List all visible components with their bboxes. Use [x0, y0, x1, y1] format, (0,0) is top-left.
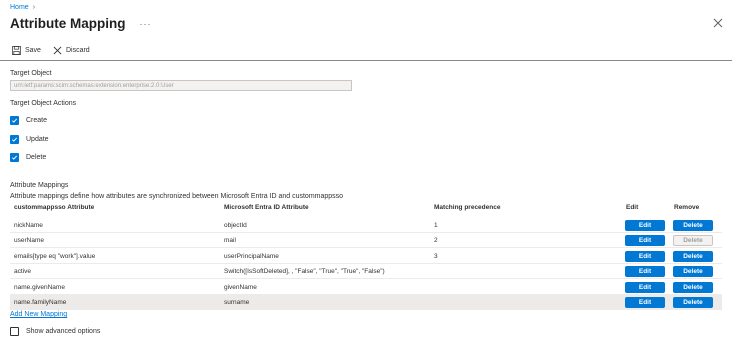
- delete-label: Delete: [26, 154, 47, 161]
- delete-button-disabled: Delete: [673, 235, 713, 246]
- edit-button[interactable]: Edit: [625, 220, 665, 231]
- breadcrumb: Home ›: [10, 4, 35, 11]
- target-attribute-cell: userName: [14, 237, 44, 244]
- source-attribute-cell: Switch([IsSoftDeleted], , "False", "True…: [224, 268, 385, 275]
- discard-label: Discard: [65, 47, 90, 54]
- chevron-right-icon: ›: [32, 4, 36, 11]
- column-header-remove: Remove: [674, 204, 700, 211]
- command-bar: Save Discard: [12, 46, 90, 55]
- toolbar-divider: [0, 60, 732, 61]
- delete-button[interactable]: Delete: [673, 251, 713, 262]
- column-header-matching-precedence: Matching precedence: [434, 204, 501, 211]
- delete-button[interactable]: Delete: [673, 266, 713, 277]
- advanced-options-label: Show advanced options: [26, 328, 101, 335]
- table-row: nickName objectId 1 Edit Delete: [10, 218, 722, 233]
- update-checkbox[interactable]: [10, 135, 19, 144]
- table-row: emails[type eq "work"].value userPrincip…: [10, 249, 722, 264]
- advanced-options-row[interactable]: Show advanced options: [10, 327, 100, 336]
- edit-button[interactable]: Edit: [625, 297, 665, 308]
- title-row: Attribute Mapping ···: [10, 16, 151, 31]
- column-header-edit: Edit: [626, 204, 639, 211]
- advanced-options-checkbox[interactable]: [10, 327, 19, 336]
- source-attribute-cell: mail: [224, 237, 236, 244]
- attribute-mappings-label: Attribute Mappings: [10, 182, 69, 189]
- save-label: Save: [25, 47, 41, 54]
- update-checkbox-row[interactable]: Update: [10, 135, 49, 144]
- table-row: name.givenName givenName Edit Delete: [10, 280, 722, 295]
- precedence-cell: 1: [434, 222, 438, 229]
- target-attribute-cell: name.givenName: [14, 284, 65, 291]
- save-button[interactable]: Save: [12, 46, 41, 55]
- checkmark-icon: [11, 118, 18, 123]
- edit-button[interactable]: Edit: [625, 235, 665, 246]
- target-attribute-cell: nickName: [14, 222, 43, 229]
- edit-button[interactable]: Edit: [625, 251, 665, 262]
- table-row: active Switch([IsSoftDeleted], , "False"…: [10, 264, 722, 279]
- precedence-cell: 3: [434, 253, 438, 260]
- discard-icon: [53, 46, 62, 55]
- attribute-mappings-description: Attribute mappings define how attributes…: [10, 193, 344, 200]
- edit-button[interactable]: Edit: [625, 266, 665, 277]
- update-label: Update: [26, 136, 49, 143]
- table-row: userName mail 2 Edit Delete: [10, 233, 722, 248]
- create-label: Create: [26, 117, 48, 124]
- delete-button[interactable]: Delete: [673, 282, 713, 293]
- source-attribute-cell: objectId: [224, 222, 247, 229]
- edit-button[interactable]: Edit: [625, 282, 665, 293]
- delete-button[interactable]: Delete: [673, 220, 713, 231]
- target-object-label: Target Object: [10, 70, 52, 77]
- source-attribute-cell: userPrincipalName: [224, 253, 279, 260]
- source-attribute-cell: givenName: [224, 284, 257, 291]
- create-checkbox[interactable]: [10, 116, 19, 125]
- more-icon[interactable]: ···: [139, 19, 151, 29]
- target-attribute-cell: name.familyName: [14, 299, 67, 306]
- save-icon: [12, 46, 21, 55]
- target-actions-label: Target Object Actions: [10, 100, 77, 107]
- column-header-source-attribute: Microsoft Entra ID Attribute: [224, 204, 309, 211]
- delete-checkbox-row[interactable]: Delete: [10, 153, 46, 162]
- page-title: Attribute Mapping: [10, 16, 126, 31]
- target-attribute-cell: active: [14, 268, 31, 275]
- column-header-target-attribute: custommappsso Attribute: [14, 204, 95, 211]
- create-checkbox-row[interactable]: Create: [10, 116, 47, 125]
- source-attribute-cell: surname: [224, 299, 250, 306]
- close-icon[interactable]: [712, 17, 724, 29]
- add-new-mapping-link[interactable]: Add New Mapping: [10, 311, 67, 318]
- discard-button[interactable]: Discard: [53, 46, 90, 55]
- precedence-cell: 2: [434, 237, 438, 244]
- breadcrumb-home-link[interactable]: Home: [10, 4, 29, 11]
- table-row: name.familyName surname Edit Delete: [10, 295, 722, 310]
- checkmark-icon: [11, 137, 18, 142]
- target-attribute-cell: emails[type eq "work"].value: [14, 253, 96, 260]
- target-object-field: urn:ietf:params:scim:schemas:extension:e…: [10, 80, 352, 91]
- checkmark-icon: [11, 155, 18, 160]
- delete-checkbox[interactable]: [10, 153, 19, 162]
- delete-button[interactable]: Delete: [673, 297, 713, 308]
